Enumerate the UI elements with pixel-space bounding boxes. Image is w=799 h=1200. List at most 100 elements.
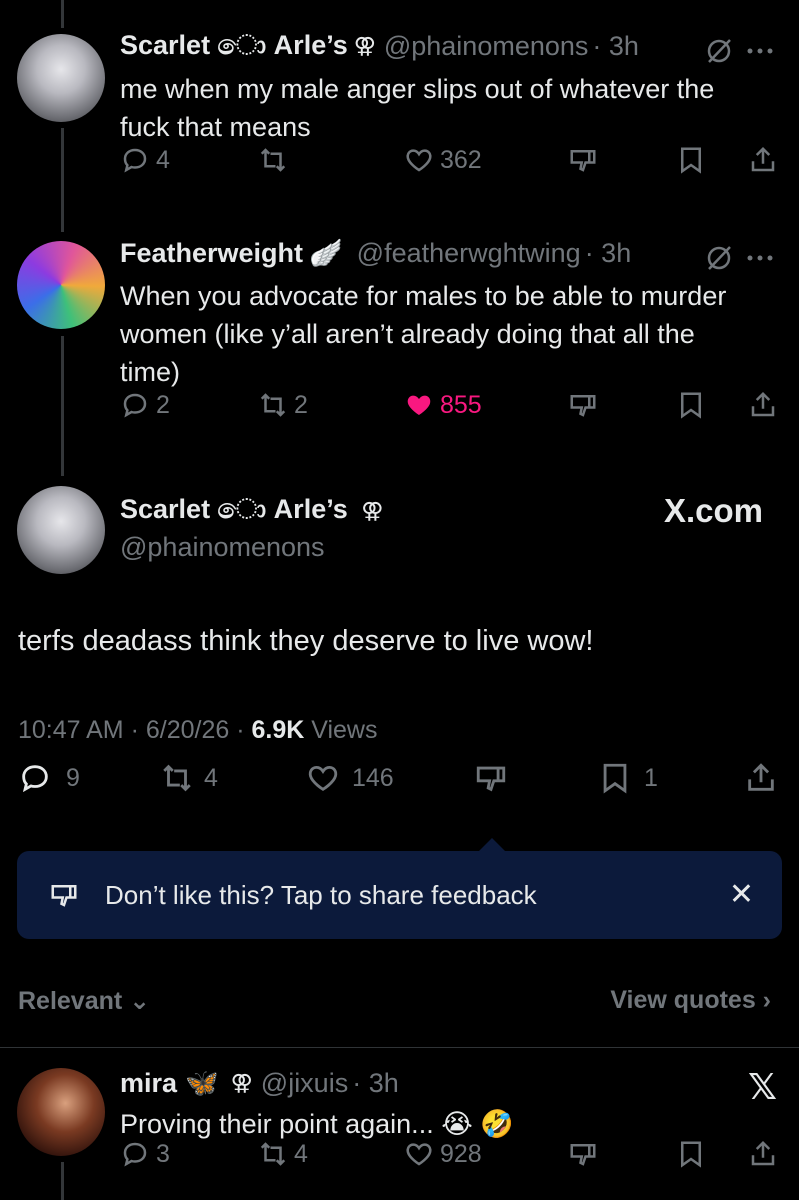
reply-icon bbox=[123, 148, 147, 173]
butterfly-badge: 🦋 bbox=[185, 1068, 219, 1098]
timestamp[interactable]: · 3h bbox=[592, 31, 639, 62]
reply-button[interactable]: 4 bbox=[120, 145, 170, 175]
reply-count: 4 bbox=[156, 145, 170, 174]
like-button[interactable]: 928 bbox=[404, 1139, 482, 1169]
pronoun-symbol: ⚢ bbox=[353, 33, 376, 58]
dislike-button[interactable] bbox=[568, 145, 598, 175]
reply-button[interactable]: 3 bbox=[120, 1139, 170, 1169]
author-name[interactable]: Scarlet ො Arle’s bbox=[120, 494, 348, 524]
author-name[interactable]: Featherweight bbox=[120, 238, 303, 269]
author-handle[interactable]: @jixuis bbox=[261, 1068, 348, 1099]
heart-filled-icon bbox=[407, 395, 431, 415]
share-icon bbox=[751, 391, 775, 417]
bookmark-button[interactable] bbox=[676, 145, 706, 175]
like-count: 928 bbox=[440, 1139, 482, 1168]
repost-icon bbox=[260, 148, 286, 172]
reply2-header: Featherweight 🪽 @featherwghtwing · 3h bbox=[120, 237, 631, 269]
dislike-button[interactable] bbox=[568, 1139, 598, 1169]
repost-count: 4 bbox=[294, 1139, 308, 1168]
bookmark-button[interactable] bbox=[676, 1139, 706, 1169]
reply-button[interactable]: 9 bbox=[18, 761, 80, 795]
bookmark-icon bbox=[681, 392, 701, 419]
repost-button[interactable]: 2 bbox=[258, 390, 308, 420]
share-button[interactable] bbox=[748, 390, 778, 420]
grok-icon[interactable] bbox=[704, 243, 734, 273]
avatar[interactable] bbox=[17, 486, 105, 574]
avatar[interactable] bbox=[17, 241, 105, 329]
post-text: When you advocate for males to be able t… bbox=[120, 281, 727, 387]
thread-line-top bbox=[61, 0, 64, 28]
bookmark-icon bbox=[603, 763, 627, 794]
wing-badge: 🪽 bbox=[309, 238, 343, 268]
timestamp[interactable]: · 3h bbox=[585, 238, 632, 269]
reply-icon bbox=[123, 1142, 147, 1167]
avatar[interactable] bbox=[17, 1068, 105, 1156]
pronoun-symbol: ⚢ bbox=[230, 1070, 253, 1095]
share-button[interactable] bbox=[744, 761, 778, 795]
post-text: terfs deadass think they deserve to live… bbox=[18, 625, 594, 657]
dislike-button[interactable] bbox=[474, 761, 508, 795]
reply1-header: Scarlet ො Arle’s ⚢ @phainomenons · 3h bbox=[120, 30, 639, 62]
post-meta: 10:47 AM · 6/20/26 · 6.9K Views bbox=[18, 716, 378, 745]
thread-line-bottom bbox=[61, 1162, 64, 1200]
view-quotes-link[interactable]: View quotes › bbox=[610, 986, 771, 1015]
post-time[interactable]: 10:47 AM · 6/20/26 · bbox=[18, 716, 245, 744]
thumbs-down-icon bbox=[51, 885, 77, 907]
reply2-menu bbox=[704, 243, 774, 273]
reply1-menu bbox=[704, 36, 774, 66]
watermark: X.com bbox=[663, 492, 763, 529]
repost-icon bbox=[260, 393, 286, 417]
bookmark-count: 1 bbox=[644, 763, 658, 792]
repost-count: 2 bbox=[294, 390, 308, 419]
reply-button[interactable]: 2 bbox=[120, 390, 170, 420]
heart-icon bbox=[406, 149, 432, 172]
repost-button[interactable]: 4 bbox=[160, 761, 218, 795]
bookmark-button[interactable] bbox=[676, 390, 706, 420]
post-text: Proving their point again... 😭 🤣 bbox=[120, 1109, 514, 1139]
bookmark-button[interactable]: 1 bbox=[598, 761, 658, 795]
feedback-banner[interactable]: Don’t like this? Tap to share feedback ✕ bbox=[17, 851, 782, 939]
author-handle[interactable]: @phainomenons bbox=[120, 532, 325, 563]
reply3-header: mira 🦋 ⚢ @jixuis · 3h bbox=[120, 1067, 399, 1099]
thumbs-down-icon bbox=[570, 1144, 596, 1166]
repost-button[interactable] bbox=[258, 145, 294, 175]
pronoun-symbol: ⚢ bbox=[361, 498, 384, 523]
dislike-button[interactable] bbox=[568, 390, 598, 420]
more-icon[interactable] bbox=[746, 253, 774, 263]
heart-icon bbox=[308, 765, 338, 791]
timestamp[interactable]: · 3h bbox=[352, 1068, 399, 1099]
like-button[interactable]: 855 bbox=[404, 390, 482, 420]
thread-line-1 bbox=[61, 128, 64, 232]
like-count: 146 bbox=[352, 763, 394, 792]
like-button[interactable]: 146 bbox=[306, 761, 394, 795]
share-button[interactable] bbox=[748, 145, 778, 175]
close-icon[interactable]: ✕ bbox=[729, 877, 754, 912]
author-name[interactable]: mira bbox=[120, 1068, 177, 1099]
reply-icon bbox=[123, 393, 147, 418]
reply-count: 9 bbox=[66, 763, 80, 792]
feedback-text[interactable]: Don’t like this? Tap to share feedback bbox=[105, 880, 537, 911]
main-author: Scarlet ො Arle’s ⚢ bbox=[120, 494, 383, 526]
like-count: 362 bbox=[440, 145, 482, 174]
more-icon[interactable] bbox=[746, 46, 774, 56]
share-icon bbox=[748, 763, 774, 791]
thumbs-down-icon bbox=[570, 395, 596, 417]
repost-button[interactable]: 4 bbox=[258, 1139, 308, 1169]
grok-icon[interactable] bbox=[704, 36, 734, 66]
heart-icon bbox=[406, 1143, 432, 1166]
views-label: Views bbox=[311, 716, 378, 744]
bookmark-icon bbox=[681, 147, 701, 174]
like-button[interactable]: 362 bbox=[404, 145, 482, 175]
share-button[interactable] bbox=[748, 1139, 778, 1169]
thumbs-down-icon bbox=[570, 150, 596, 172]
like-count: 855 bbox=[440, 390, 482, 419]
view-count: 6.9K bbox=[251, 716, 305, 744]
author-handle[interactable]: @phainomenons bbox=[384, 31, 589, 62]
repost-icon bbox=[163, 764, 191, 792]
author-handle[interactable]: @featherwghtwing bbox=[357, 238, 581, 269]
share-icon bbox=[751, 1140, 775, 1166]
avatar[interactable] bbox=[17, 34, 105, 122]
repost-count: 4 bbox=[204, 763, 218, 792]
sort-dropdown[interactable]: Relevant ⌄ bbox=[18, 986, 150, 1016]
author-name[interactable]: Scarlet ො Arle’s bbox=[120, 30, 348, 62]
